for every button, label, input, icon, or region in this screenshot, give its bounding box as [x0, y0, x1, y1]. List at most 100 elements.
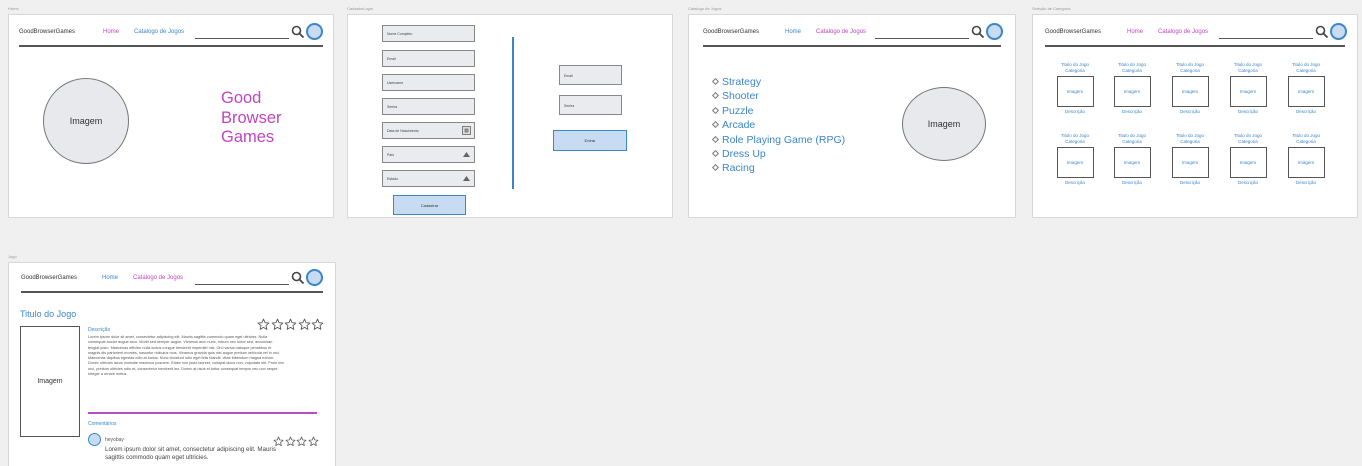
signup-button[interactable]: Cadastrar	[393, 195, 466, 215]
nav-catalog-link[interactable]: Catalogo de Jogos	[134, 29, 184, 35]
board-label: Jogo	[8, 254, 17, 259]
search-icon[interactable]	[291, 25, 305, 39]
nav-home-link[interactable]: Home	[103, 29, 119, 35]
image-label: Imagem	[1181, 160, 1199, 165]
star-icon	[296, 434, 307, 452]
star-icon	[308, 434, 319, 452]
password-field[interactable]: Senha	[382, 98, 475, 115]
user-avatar-icon[interactable]	[986, 23, 1003, 40]
game-card-image: Imagem	[1056, 147, 1094, 178]
game-card[interactable]: Titulo do Jogo Categoria Imagem Descrição	[1226, 133, 1270, 185]
login-email-field[interactable]: Email	[559, 65, 622, 85]
search-input[interactable]	[195, 284, 289, 285]
category-item[interactable]: Role Playing Game (RPG)	[711, 133, 845, 147]
image-label: Imagem	[1297, 89, 1315, 94]
category-item[interactable]: Puzzle	[711, 104, 845, 118]
star-icon[interactable]	[284, 318, 297, 336]
game-card-description: Descrição	[1179, 109, 1200, 114]
game-card[interactable]: Titulo do Jogo Categoria Imagem Descrição	[1284, 62, 1328, 114]
game-card-description: Descrição	[1237, 109, 1258, 114]
category-item[interactable]: Shooter	[711, 89, 845, 103]
image-label: Imagem	[1123, 89, 1141, 94]
login-password-field[interactable]: Senha	[559, 95, 622, 115]
username-field[interactable]: Username	[382, 74, 475, 91]
logo[interactable]: GoodBrowserGames	[19, 29, 75, 35]
logo[interactable]: GoodBrowserGames	[1045, 29, 1101, 35]
user-avatar-icon[interactable]	[306, 269, 323, 286]
game-card[interactable]: Titulo do Jogo Categoria Imagem Descrição	[1110, 62, 1154, 114]
star-icon[interactable]	[298, 318, 311, 336]
nav-catalog-link[interactable]: Catalogo de Jogos	[133, 275, 183, 281]
game-card-image: Imagem	[1171, 147, 1209, 178]
game-card-title: Titulo do Jogo Categoria	[1117, 62, 1147, 73]
game-card[interactable]: Titulo do Jogo Categoria Imagem Descrição	[1053, 62, 1097, 114]
game-card[interactable]: Titulo do Jogo Categoria Imagem Descrição	[1168, 62, 1212, 114]
comment-text: Lorem ipsum dolor sit amet, consectetur …	[105, 446, 276, 461]
logo[interactable]: GoodBrowserGames	[21, 275, 77, 281]
game-card-title: Titulo do Jogo Categoria	[1060, 62, 1090, 73]
game-card-title: Titulo do Jogo Categoria	[1175, 133, 1205, 144]
game-card[interactable]: Titulo do Jogo Categoria Imagem Descrição	[1053, 133, 1097, 185]
fullname-field[interactable]: Nome Completo	[382, 25, 475, 42]
image-label: Imagem	[69, 116, 103, 126]
email-field[interactable]: Email	[382, 50, 475, 67]
category-item[interactable]: Strategy	[711, 75, 845, 89]
image-label: Imagem	[37, 378, 63, 385]
calendar-icon[interactable]	[462, 126, 471, 135]
game-image-placeholder: Imagem	[20, 326, 80, 437]
brand-title: Good Browser Games	[221, 89, 282, 148]
country-select[interactable]: País	[382, 146, 475, 163]
star-icon	[285, 434, 296, 452]
game-card-image: Imagem	[1287, 147, 1325, 178]
home-frame: GoodBrowserGames Home Catalogo de Jogos …	[8, 14, 334, 218]
game-card[interactable]: Titulo do Jogo Categoria Imagem Descrição	[1226, 62, 1270, 114]
image-label: Imagem	[1066, 89, 1084, 94]
game-card[interactable]: Titulo do Jogo Categoria Imagem Descrição	[1284, 133, 1328, 185]
category-item[interactable]: Dress Up	[711, 147, 845, 161]
comments-label: Comentários	[88, 421, 117, 427]
user-avatar-icon[interactable]	[306, 23, 323, 40]
star-icon[interactable]	[311, 318, 324, 336]
board-label: Home	[8, 6, 19, 11]
state-select[interactable]: Estado	[382, 170, 475, 187]
search-icon[interactable]	[291, 271, 305, 285]
dropdown-arrow-icon[interactable]	[462, 174, 471, 183]
game-card-image: Imagem	[1287, 76, 1325, 107]
header: GoodBrowserGames Home Catalogo de Jogos	[703, 21, 1003, 47]
diamond-icon	[711, 106, 720, 114]
user-avatar-icon[interactable]	[1330, 23, 1347, 40]
nav-catalog-link[interactable]: Catalogo de Jogos	[816, 29, 866, 35]
game-card-title: Titulo do Jogo Categoria	[1233, 133, 1263, 144]
star-icon[interactable]	[271, 318, 284, 336]
game-card-image: Imagem	[1113, 147, 1151, 178]
game-card[interactable]: Titulo do Jogo Categoria Imagem Descrição	[1110, 133, 1154, 185]
birthdate-field[interactable]: Data de Nascimento	[382, 122, 475, 139]
board-jogo: Jogo GoodBrowserGames Home Catalogo de J…	[8, 254, 336, 466]
game-card-title: Titulo do Jogo Categoria	[1291, 62, 1321, 73]
board-label: Seleção de Categoria	[1032, 6, 1071, 11]
diamond-icon	[711, 92, 720, 100]
search-input[interactable]	[1219, 38, 1313, 39]
login-button[interactable]: Entrar	[553, 130, 627, 151]
logo[interactable]: GoodBrowserGames	[703, 29, 759, 35]
board-catalogo: Catalogo de Jogos GoodBrowserGames Home …	[688, 6, 1016, 218]
image-label: Imagem	[1239, 160, 1257, 165]
dropdown-arrow-icon[interactable]	[462, 150, 471, 159]
brand-line-2: Browser	[221, 108, 282, 127]
search-icon[interactable]	[1315, 25, 1329, 39]
header: GoodBrowserGames Home Catalogo de Jogos	[19, 21, 323, 47]
game-card[interactable]: Titulo do Jogo Categoria Imagem Descrição	[1168, 133, 1212, 185]
star-icon[interactable]	[257, 318, 270, 336]
game-card-description: Descrição	[1064, 180, 1085, 185]
rating-stars[interactable]	[257, 318, 324, 336]
jogo-frame: GoodBrowserGames Home Catalogo de Jogos …	[8, 262, 336, 466]
search-icon[interactable]	[971, 25, 985, 39]
nav-catalog-link[interactable]: Catalogo de Jogos	[1158, 29, 1208, 35]
nav-home-link[interactable]: Home	[1127, 29, 1143, 35]
search-input[interactable]	[875, 38, 969, 39]
category-item[interactable]: Arcade	[711, 118, 845, 132]
search-input[interactable]	[195, 38, 289, 39]
nav-home-link[interactable]: Home	[102, 275, 118, 281]
category-item[interactable]: Racing	[711, 161, 845, 175]
nav-home-link[interactable]: Home	[785, 29, 801, 35]
